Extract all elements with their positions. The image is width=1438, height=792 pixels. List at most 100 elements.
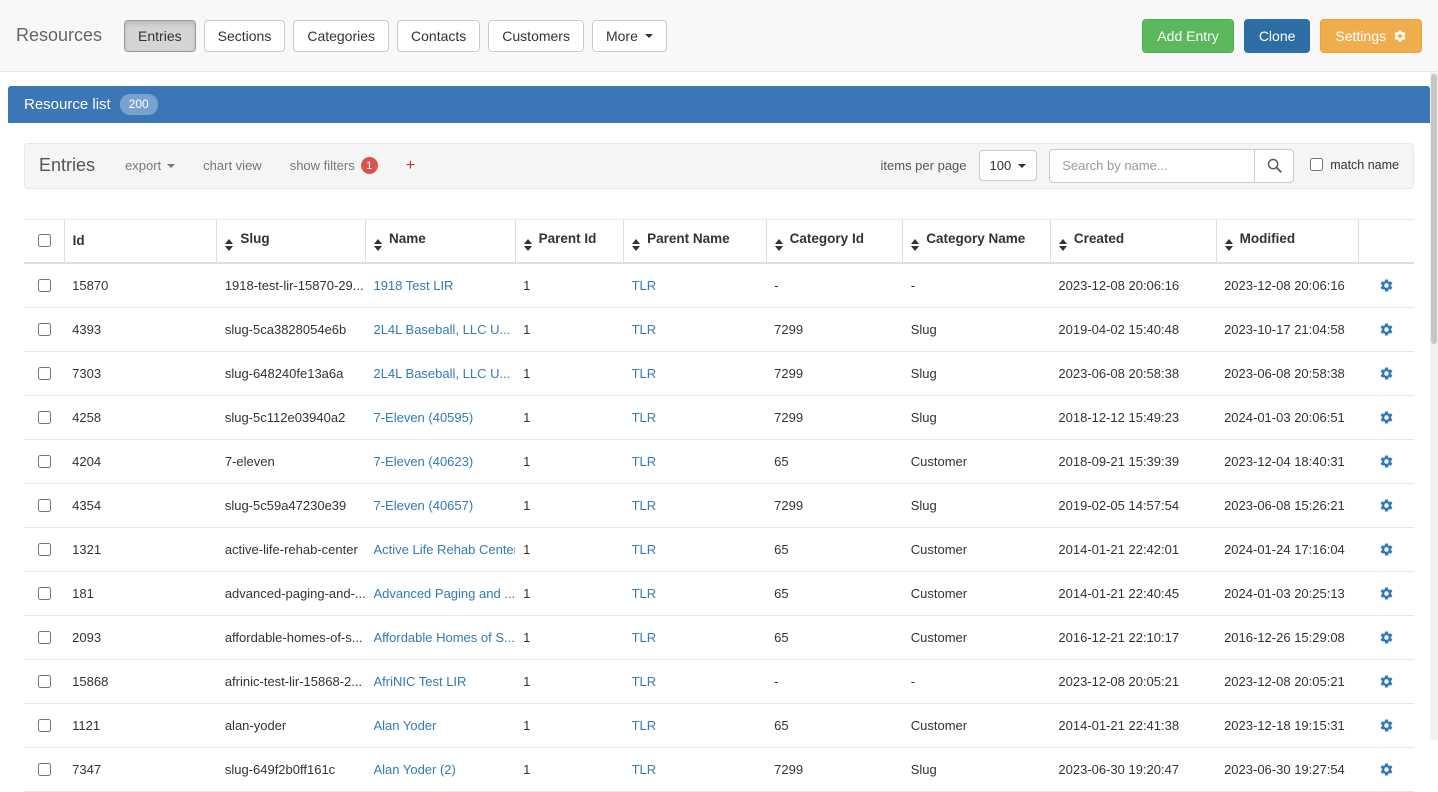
search-input[interactable]: [1049, 149, 1254, 183]
add-filter-button[interactable]: +: [406, 157, 415, 175]
parent-name-link[interactable]: TLR: [632, 454, 657, 469]
chart-view-link[interactable]: chart view: [203, 158, 262, 173]
tab-sections[interactable]: Sections: [204, 20, 286, 52]
row-checkbox[interactable]: [38, 279, 51, 292]
row-gear-icon[interactable]: [1379, 717, 1394, 732]
cell-parent-name: TLR: [624, 263, 767, 308]
cell-category-name: Customer: [903, 439, 1051, 483]
entry-name-link[interactable]: 7-Eleven (40657): [373, 498, 473, 513]
table-row: 2093affordable-homes-of-s...Affordable H…: [24, 615, 1414, 659]
parent-name-link[interactable]: TLR: [632, 674, 657, 689]
search-button[interactable]: [1254, 149, 1294, 183]
row-gear-icon[interactable]: [1379, 497, 1394, 512]
settings-button[interactable]: Settings: [1320, 19, 1422, 53]
row-actions-cell: [1359, 395, 1414, 439]
row-checkbox[interactable]: [38, 411, 51, 424]
scrollbar-thumb[interactable]: [1431, 74, 1437, 344]
show-filters-link[interactable]: show filters 1: [290, 157, 378, 174]
row-gear-icon[interactable]: [1379, 761, 1394, 776]
cell-parent-id: 1: [515, 703, 623, 747]
column-header-name[interactable]: Name: [365, 219, 515, 263]
row-checkbox[interactable]: [38, 719, 51, 732]
row-checkbox[interactable]: [38, 675, 51, 688]
clone-button[interactable]: Clone: [1244, 19, 1311, 53]
match-name-label: match name: [1330, 158, 1399, 172]
parent-name-link[interactable]: TLR: [632, 498, 657, 513]
row-gear-icon[interactable]: [1379, 629, 1394, 644]
table-row: 42047-eleven7-Eleven (40623)1TLR65Custom…: [24, 439, 1414, 483]
column-header-id[interactable]: Id: [64, 219, 217, 263]
column-header-slug[interactable]: Slug: [217, 219, 366, 263]
parent-name-link[interactable]: TLR: [632, 586, 657, 601]
sort-icon: [1225, 239, 1233, 251]
entry-name-link[interactable]: Active Life Rehab Center: [373, 542, 515, 557]
parent-name-link[interactable]: TLR: [632, 630, 657, 645]
cell-name: 7-Eleven (40657): [365, 483, 515, 527]
parent-name-link[interactable]: TLR: [632, 366, 657, 381]
sort-icon: [1059, 239, 1067, 251]
cell-parent-id: 1: [515, 351, 623, 395]
cell-id: 2093: [64, 615, 217, 659]
column-header-modified[interactable]: Modified: [1216, 219, 1359, 263]
column-header-parent-name[interactable]: Parent Name: [624, 219, 767, 263]
row-checkbox[interactable]: [38, 323, 51, 336]
parent-name-link[interactable]: TLR: [632, 718, 657, 733]
row-select-cell: [24, 527, 64, 571]
chevron-down-icon: [167, 164, 175, 168]
row-gear-icon[interactable]: [1379, 277, 1394, 292]
tab-more-dropdown[interactable]: More: [592, 20, 667, 52]
page-scrollbar[interactable]: [1430, 72, 1438, 740]
entry-name-link[interactable]: 2L4L Baseball, LLC U...: [373, 366, 510, 381]
parent-name-link[interactable]: TLR: [632, 322, 657, 337]
column-header-category-name[interactable]: Category Name: [903, 219, 1051, 263]
entry-name-link[interactable]: 1918 Test LIR: [373, 278, 453, 293]
row-checkbox[interactable]: [38, 499, 51, 512]
parent-name-link[interactable]: TLR: [632, 762, 657, 777]
row-gear-icon[interactable]: [1379, 453, 1394, 468]
cell-modified: 2016-12-26 15:29:08: [1216, 615, 1359, 659]
row-actions-cell: [1359, 263, 1414, 308]
row-gear-icon[interactable]: [1379, 541, 1394, 556]
row-checkbox[interactable]: [38, 631, 51, 644]
parent-name-link[interactable]: TLR: [632, 278, 657, 293]
row-checkbox[interactable]: [38, 587, 51, 600]
row-gear-icon[interactable]: [1379, 321, 1394, 336]
row-gear-icon[interactable]: [1379, 585, 1394, 600]
entry-name-link[interactable]: AfriNIC Test LIR: [373, 674, 466, 689]
select-all-checkbox[interactable]: [38, 234, 51, 247]
column-header-parent-id[interactable]: Parent Id: [515, 219, 623, 263]
entry-name-link[interactable]: Advanced Paging and ...: [373, 586, 515, 601]
entry-name-link[interactable]: Alan Yoder: [373, 718, 436, 733]
match-name-checkbox[interactable]: [1310, 158, 1323, 171]
entry-name-link[interactable]: Affordable Homes of S...: [373, 630, 514, 645]
entry-name-link[interactable]: 7-Eleven (40595): [373, 410, 473, 425]
row-checkbox[interactable]: [38, 455, 51, 468]
row-checkbox[interactable]: [38, 543, 51, 556]
cell-category-name: Slug: [903, 307, 1051, 351]
parent-name-link[interactable]: TLR: [632, 410, 657, 425]
row-checkbox[interactable]: [38, 367, 51, 380]
cell-created: 2018-09-21 15:39:39: [1050, 439, 1216, 483]
row-gear-icon[interactable]: [1379, 365, 1394, 380]
tab-categories[interactable]: Categories: [293, 20, 389, 52]
row-gear-icon[interactable]: [1379, 409, 1394, 424]
entry-name-link[interactable]: Alan Yoder (2): [373, 762, 455, 777]
cell-parent-name: TLR: [624, 307, 767, 351]
parent-name-link[interactable]: TLR: [632, 542, 657, 557]
tab-contacts[interactable]: Contacts: [397, 20, 480, 52]
tab-entries[interactable]: Entries: [124, 20, 196, 52]
column-header-created[interactable]: Created: [1050, 219, 1216, 263]
row-gear-icon[interactable]: [1379, 673, 1394, 688]
tab-customers[interactable]: Customers: [488, 20, 584, 52]
cell-category-name: Slug: [903, 747, 1051, 791]
entry-name-link[interactable]: 7-Eleven (40623): [373, 454, 473, 469]
cell-modified: 2024-01-03 20:25:13: [1216, 571, 1359, 615]
resource-list-panel: Resource list 200 Entries export chart v…: [8, 86, 1430, 792]
column-header-category-id[interactable]: Category Id: [766, 219, 903, 263]
add-entry-button[interactable]: Add Entry: [1142, 19, 1233, 53]
entry-name-link[interactable]: 2L4L Baseball, LLC U...: [373, 322, 510, 337]
row-actions-cell: [1359, 351, 1414, 395]
row-checkbox[interactable]: [38, 763, 51, 776]
items-per-page-select[interactable]: 100: [979, 150, 1038, 181]
export-dropdown[interactable]: export: [125, 158, 175, 173]
